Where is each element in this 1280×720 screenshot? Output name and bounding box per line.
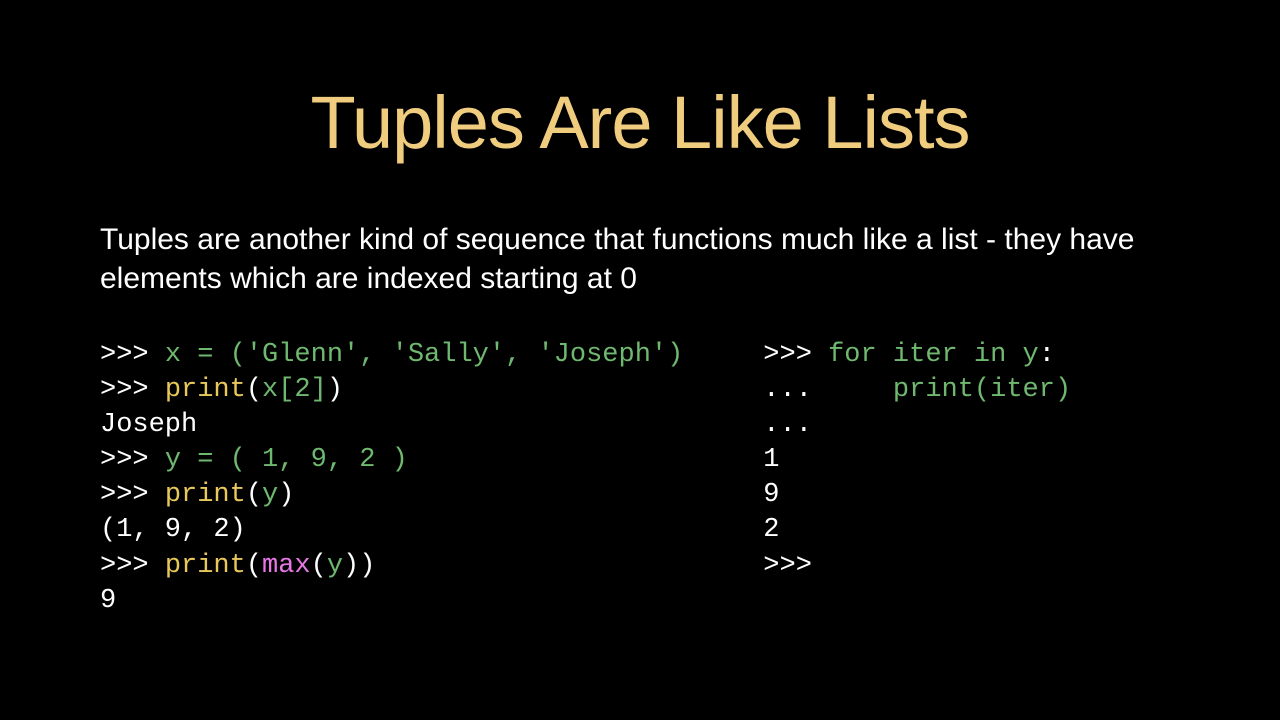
code-line: >>> x = ('Glenn', 'Sally', 'Joseph') bbox=[100, 338, 683, 373]
code-text: max bbox=[262, 551, 311, 581]
code-columns: >>> x = ('Glenn', 'Sally', 'Joseph') >>>… bbox=[100, 338, 1180, 619]
code-text: ( bbox=[246, 375, 262, 405]
code-line: >>> for iter in y: bbox=[763, 338, 1071, 373]
code-text: print bbox=[165, 480, 246, 510]
slide-body-text: Tuples are another kind of sequence that… bbox=[100, 220, 1180, 298]
code-text: : bbox=[1039, 340, 1055, 370]
code-text: y bbox=[262, 480, 278, 510]
code-text: ( bbox=[246, 480, 262, 510]
code-line: (1, 9, 2) bbox=[100, 513, 683, 548]
code-block-right: >>> for iter in y: ... print(iter) ... 1… bbox=[763, 338, 1071, 619]
code-line: Joseph bbox=[100, 408, 683, 443]
code-text: ) bbox=[278, 480, 294, 510]
code-line: 9 bbox=[763, 478, 1071, 513]
prompt: >>> bbox=[100, 551, 165, 581]
prompt: >>> bbox=[100, 445, 165, 475]
slide-title: Tuples Are Like Lists bbox=[100, 80, 1180, 165]
code-block-left: >>> x = ('Glenn', 'Sally', 'Joseph') >>>… bbox=[100, 338, 683, 619]
code-line: 1 bbox=[763, 443, 1071, 478]
code-line: >>> y = ( 1, 9, 2 ) bbox=[100, 443, 683, 478]
code-text: x = ('Glenn', 'Sally', 'Joseph') bbox=[165, 340, 683, 370]
code-text: ( bbox=[246, 551, 262, 581]
code-text: ( bbox=[311, 551, 327, 581]
code-text: x[2] bbox=[262, 375, 327, 405]
code-text: ) bbox=[327, 375, 343, 405]
code-text: print bbox=[165, 551, 246, 581]
code-line: 9 bbox=[100, 584, 683, 619]
code-line: >>> bbox=[763, 549, 1071, 584]
prompt: >>> bbox=[763, 340, 828, 370]
code-text: y = ( 1, 9, 2 ) bbox=[165, 445, 408, 475]
prompt: ... bbox=[763, 375, 828, 405]
code-line: ... bbox=[763, 408, 1071, 443]
code-line: >>> print(x[2]) bbox=[100, 373, 683, 408]
code-text: for iter in y bbox=[828, 340, 1039, 370]
code-line: >>> print(max(y)) bbox=[100, 549, 683, 584]
code-text: y bbox=[327, 551, 343, 581]
code-line: ... print(iter) bbox=[763, 373, 1071, 408]
code-line: >>> print(y) bbox=[100, 478, 683, 513]
prompt: >>> bbox=[100, 340, 165, 370]
code-text: print(iter) bbox=[828, 375, 1071, 405]
code-text: )) bbox=[343, 551, 375, 581]
prompt: >>> bbox=[100, 480, 165, 510]
code-text: print bbox=[165, 375, 246, 405]
prompt: >>> bbox=[100, 375, 165, 405]
code-line: 2 bbox=[763, 513, 1071, 548]
slide-container: Tuples Are Like Lists Tuples are another… bbox=[0, 0, 1280, 720]
